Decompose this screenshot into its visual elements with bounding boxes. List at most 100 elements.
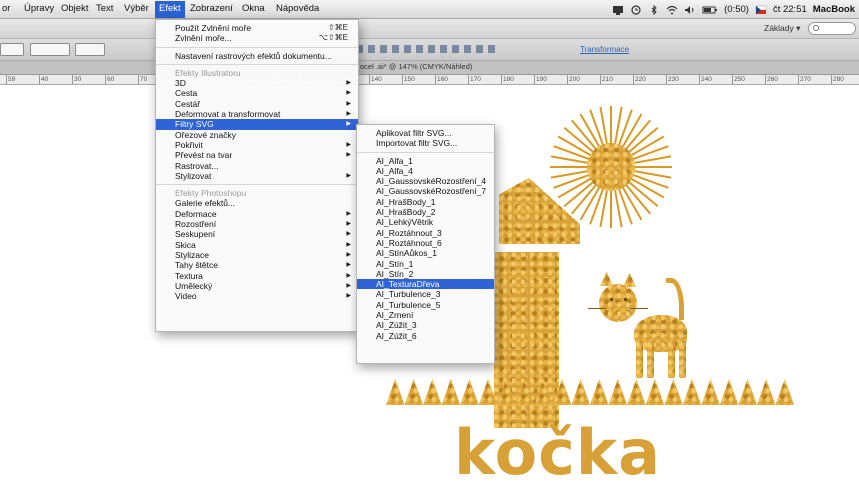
submenu-arrow-icon: ▶ (346, 141, 351, 148)
menu-item-svg-filter[interactable]: AI_StínAůkos_1 (357, 248, 494, 258)
house-roof (499, 178, 580, 244)
menu-item-photoshop-effect-5[interactable]: Stylizace ▶ (156, 250, 358, 260)
menu-item-photoshop-effect-2[interactable]: Rozostření ▶ (156, 219, 358, 229)
screen-sharing-icon[interactable] (612, 5, 624, 15)
menu-item-vyber[interactable]: Výběr (124, 3, 149, 14)
menu-item-svg-filter[interactable]: AI_HrašBody_1 (357, 197, 494, 207)
menu-item-objekt[interactable]: Objekt (61, 3, 88, 14)
submenu-arrow-icon: ▶ (346, 100, 351, 107)
clock[interactable]: čt 22:51 (773, 4, 807, 15)
menu-item-or[interactable]: or (2, 3, 10, 14)
menu-item-svg-filter[interactable]: AI_Stín_2 (357, 269, 494, 279)
menu-item-svg-filter[interactable]: AI_Roztáhnout_6 (357, 238, 494, 248)
border-triangle (441, 379, 461, 405)
menu-item-photoshop-effect-0[interactable]: Galerie efektů... (156, 198, 358, 208)
ruler-tick: 200 (567, 75, 580, 84)
time-machine-icon[interactable] (630, 4, 642, 15)
menu-item-photoshop-effect-7[interactable]: Textura ▶ (156, 271, 358, 281)
menu-item-label: Deformovat a transformovat (175, 109, 281, 120)
menu-item-svg-filter[interactable]: AI_Roztáhnout_3 (357, 228, 494, 238)
ruler-tick: 70 (138, 75, 148, 84)
menu-item-text[interactable]: Text (96, 3, 113, 14)
menu-item-photoshop-effect-3[interactable]: Seskupení ▶ (156, 229, 358, 239)
distribute-bottom-icon[interactable] (452, 45, 459, 53)
volume-icon[interactable] (684, 5, 696, 15)
distribute-top-icon[interactable] (428, 45, 435, 53)
submenu-arrow-icon: ▶ (346, 282, 351, 289)
menu-item-illustrator-effect-0[interactable]: 3D ▶ (156, 78, 358, 88)
menu-item-svg-filter[interactable]: AI_Turbulence_5 (357, 300, 494, 310)
variable-width-dropdown[interactable] (75, 43, 105, 56)
menu-item-okna[interactable]: Okna (242, 3, 265, 14)
distribute-right-icon[interactable] (488, 45, 495, 53)
menu-item-illustrator-effect-9[interactable]: Stylizovat ▶ (156, 171, 358, 181)
menu-item-efekt[interactable]: Efekt (155, 1, 185, 18)
menu-item-illustrator-effect-5[interactable]: Ořezové značky (156, 130, 358, 140)
menu-item-svg-filter[interactable]: AI_Stín_1 (357, 259, 494, 269)
distribute-left-icon[interactable] (464, 45, 471, 53)
menu-item-svg-filter[interactable]: AI_LehkýVětrik (357, 217, 494, 227)
menu-item-label: Skica (175, 239, 196, 250)
menu-item-raster-settings[interactable]: Nastavení rastrových efektů dokumentu... (156, 51, 358, 61)
horizontal-ruler[interactable]: 5940306070809010011012013014015016017018… (0, 75, 859, 85)
bluetooth-icon[interactable] (648, 4, 660, 15)
border-triangle (590, 379, 609, 405)
menu-item-svg-filter[interactable]: AI_Zúžit_3 (357, 320, 494, 330)
align-top-icon[interactable] (392, 45, 399, 53)
menu-item-label: Textura (175, 270, 203, 281)
menu-item-svg-filter[interactable]: AI_GaussovskéRozostření_7 (357, 186, 494, 196)
transform-link[interactable]: Transformace (580, 45, 629, 54)
menu-item-svg-filter[interactable]: AI_HrašBody_2 (357, 207, 494, 217)
ruler-tick: 190 (534, 75, 547, 84)
wifi-icon[interactable] (666, 5, 678, 15)
menu-item-photoshop-effect-1[interactable]: Deformace ▶ (156, 209, 358, 219)
submenu-arrow-icon: ▶ (346, 80, 351, 87)
help-search-input[interactable] (808, 22, 856, 35)
menu-item-label: Tahy štětce (175, 260, 218, 271)
menu-item-apply-svg-filter[interactable]: Aplikovat filtr SVG... (357, 128, 494, 138)
menu-item-illustrator-effect-6[interactable]: Pokřivit ▶ (156, 140, 358, 150)
menu-item-svg-filter[interactable]: AI_Turbulence_3 (357, 289, 494, 299)
flag-icon[interactable] (755, 5, 767, 15)
menu-item-apply-last-effect[interactable]: Použít Zvlnění moře ⇧⌘E (156, 23, 358, 33)
ruler-tick: 170 (468, 75, 481, 84)
distribute-middle-icon[interactable] (440, 45, 447, 53)
document-tab[interactable]: ocel .ai* @ 147% (CMYK/Náhled) (360, 62, 472, 71)
align-middle-icon[interactable] (404, 45, 411, 53)
menu-item-photoshop-effect-8[interactable]: Umělecký ▶ (156, 281, 358, 291)
battery-icon[interactable] (702, 5, 718, 15)
computer-name[interactable]: MacBook (813, 4, 855, 15)
stroke-color-swatch[interactable] (0, 43, 24, 56)
menu-item-svg-filter[interactable]: AI_Zrnení (357, 310, 494, 320)
menu-item-svg-filter[interactable]: AI_Zúžit_6 (357, 331, 494, 341)
menu-item-illustrator-effect-1[interactable]: Cesta ▶ (156, 88, 358, 98)
menu-item-svg-filter[interactable]: AI_GaussovskéRozostření_4 (357, 176, 494, 186)
menu-item-illustrator-effect-7[interactable]: Převést na tvar ▶ (156, 150, 358, 160)
menu-item-upravy[interactable]: Úpravy (24, 3, 54, 14)
stroke-weight-field[interactable] (30, 43, 70, 56)
menu-item-illustrator-effect-3[interactable]: Deformovat a transformovat ▶ (156, 109, 358, 119)
menu-item-svg-filter[interactable]: AI_Alfa_1 (357, 156, 494, 166)
distribute-center-icon[interactable] (476, 45, 483, 53)
align-controls (356, 45, 495, 53)
menu-item-illustrator-effect-2[interactable]: Cestář ▶ (156, 99, 358, 109)
menu-item-illustrator-effect-4[interactable]: Filtry SVG ▶ (156, 119, 358, 130)
menu-item-napoveda[interactable]: Nápověda (276, 3, 319, 14)
menu-item-last-effect[interactable]: Zvlnění moře... ⌥⇧⌘E (156, 33, 358, 43)
menu-item-illustrator-effect-8[interactable]: Rastrovat... (156, 161, 358, 171)
ruler-tick: 260 (765, 75, 778, 84)
menu-item-svg-filter[interactable]: AI_TexturaDřeva (357, 279, 494, 290)
align-bottom-icon[interactable] (416, 45, 423, 53)
menu-item-photoshop-effect-9[interactable]: Video ▶ (156, 291, 358, 301)
menu-item-label: Pokřivit (175, 139, 203, 150)
submenu-arrow-icon: ▶ (346, 210, 351, 217)
align-center-icon[interactable] (368, 45, 375, 53)
ruler-tick: 250 (732, 75, 745, 84)
menu-item-zobrazeni[interactable]: Zobrazení (190, 3, 233, 14)
menu-item-photoshop-effect-6[interactable]: Tahy štětce ▶ (156, 260, 358, 270)
workspace-switcher[interactable]: Základy ▾ (764, 23, 800, 34)
menu-item-photoshop-effect-4[interactable]: Skica ▶ (156, 240, 358, 250)
align-right-icon[interactable] (380, 45, 387, 53)
menu-item-svg-filter[interactable]: AI_Alfa_4 (357, 166, 494, 176)
menu-item-import-svg-filter[interactable]: Importovat filtr SVG... (357, 138, 494, 148)
